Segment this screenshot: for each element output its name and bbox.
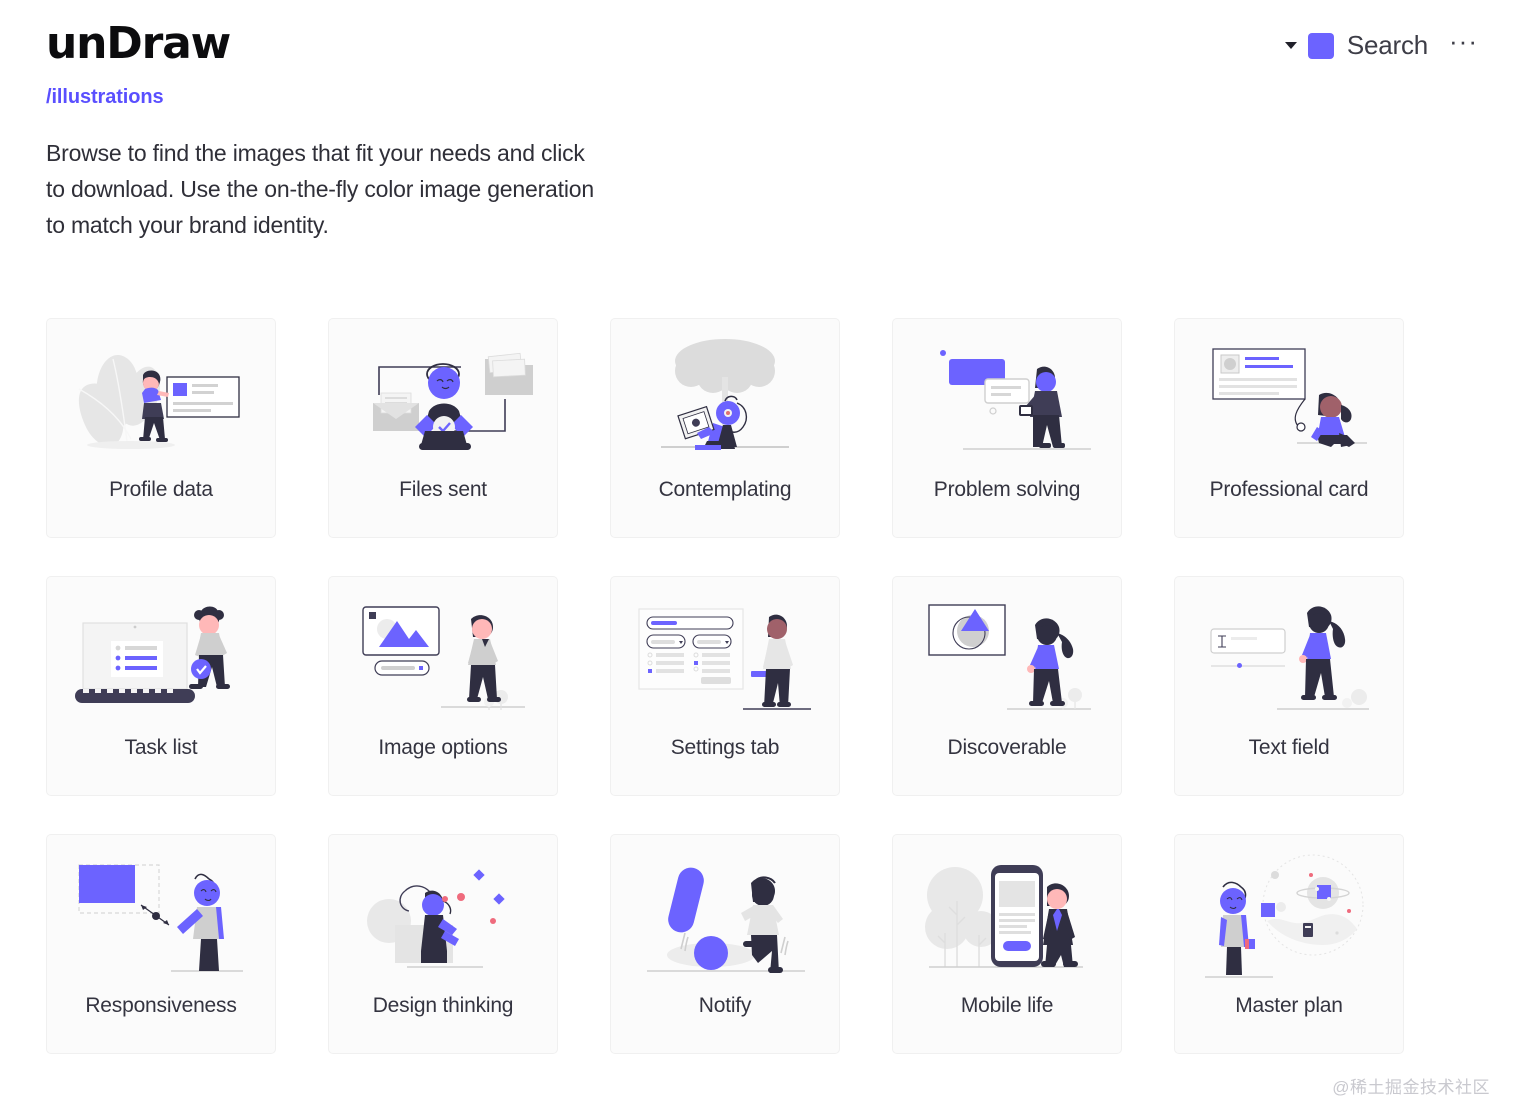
header-actions: Search ··· [1284,28,1478,61]
settings-tab-icon [611,577,839,737]
illustration-card-label: Notify [698,994,752,1017]
illustration-card-master-plan[interactable]: Master plan [1174,834,1404,1054]
illustration-card-image-options[interactable]: Image options [328,576,558,796]
task-list-icon [47,577,275,737]
illustration-card-profile-data[interactable]: Profile data [46,318,276,538]
profile-data-icon [47,319,275,479]
discoverable-icon [893,577,1121,737]
intro-description: Browse to find the images that fit your … [46,140,594,238]
illustration-card-mobile-life[interactable]: Mobile life [892,834,1122,1054]
contemplating-icon [611,319,839,479]
chevron-down-icon[interactable] [1284,42,1297,49]
intro-block: /illustrations Browse to find the images… [46,86,666,243]
illustration-card-problem-solving[interactable]: Problem solving [892,318,1122,538]
breadcrumb: /illustrations [46,86,164,108]
illustration-card-label: Text field [1248,736,1330,759]
illustration-card-notify[interactable]: Notify [610,834,840,1054]
illustration-card-settings-tab[interactable]: Settings tab [610,576,840,796]
notify-icon [611,835,839,995]
illustration-card-discoverable[interactable]: Discoverable [892,576,1122,796]
illustration-card-label: Mobile life [960,994,1054,1017]
illustration-card-label: Master plan [1235,994,1343,1017]
more-options-icon[interactable]: ··· [1449,28,1478,54]
brand-logo[interactable]: unDraw [46,22,231,66]
illustration-card-label: Problem solving [933,478,1081,501]
responsiveness-icon [47,835,275,995]
design-thinking-icon [329,835,557,995]
illustration-grid: Profile data Files sent Contemplating Pr… [46,318,1406,1054]
image-options-icon [329,577,557,737]
illustration-card-responsiveness[interactable]: Responsiveness [46,834,276,1054]
illustration-card-label: Files sent [399,478,487,501]
illustration-card-label: Responsiveness [85,994,237,1017]
illustration-card-label: Image options [378,736,508,759]
illustration-card-professional-card[interactable]: Professional card [1174,318,1404,538]
illustration-card-task-list[interactable]: Task list [46,576,276,796]
illustration-card-label: Contemplating [658,478,792,501]
professional-card-icon [1175,319,1403,479]
watermark: @稀土掘金技术社区 [1332,1078,1490,1097]
illustration-card-label: Discoverable [947,736,1067,759]
illustration-card-design-thinking[interactable]: Design thinking [328,834,558,1054]
problem-solving-icon [893,319,1121,479]
illustration-card-contemplating[interactable]: Contemplating [610,318,840,538]
files-sent-icon [329,319,557,479]
illustration-card-label: Settings tab [670,736,780,759]
search-button[interactable]: Search [1347,30,1428,61]
illustration-card-label: Design thinking [372,994,514,1017]
page-header: unDraw Search ··· [0,0,1522,96]
illustration-card-label: Task list [124,736,198,759]
illustration-card-label: Profile data [109,478,213,501]
master-plan-icon [1175,835,1403,995]
illustration-card-label: Professional card [1209,478,1369,501]
mobile-life-icon [893,835,1121,995]
illustration-card-files-sent[interactable]: Files sent [328,318,558,538]
color-swatch-icon[interactable] [1307,32,1334,59]
text-field-icon [1175,577,1403,737]
illustration-card-text-field[interactable]: Text field [1174,576,1404,796]
